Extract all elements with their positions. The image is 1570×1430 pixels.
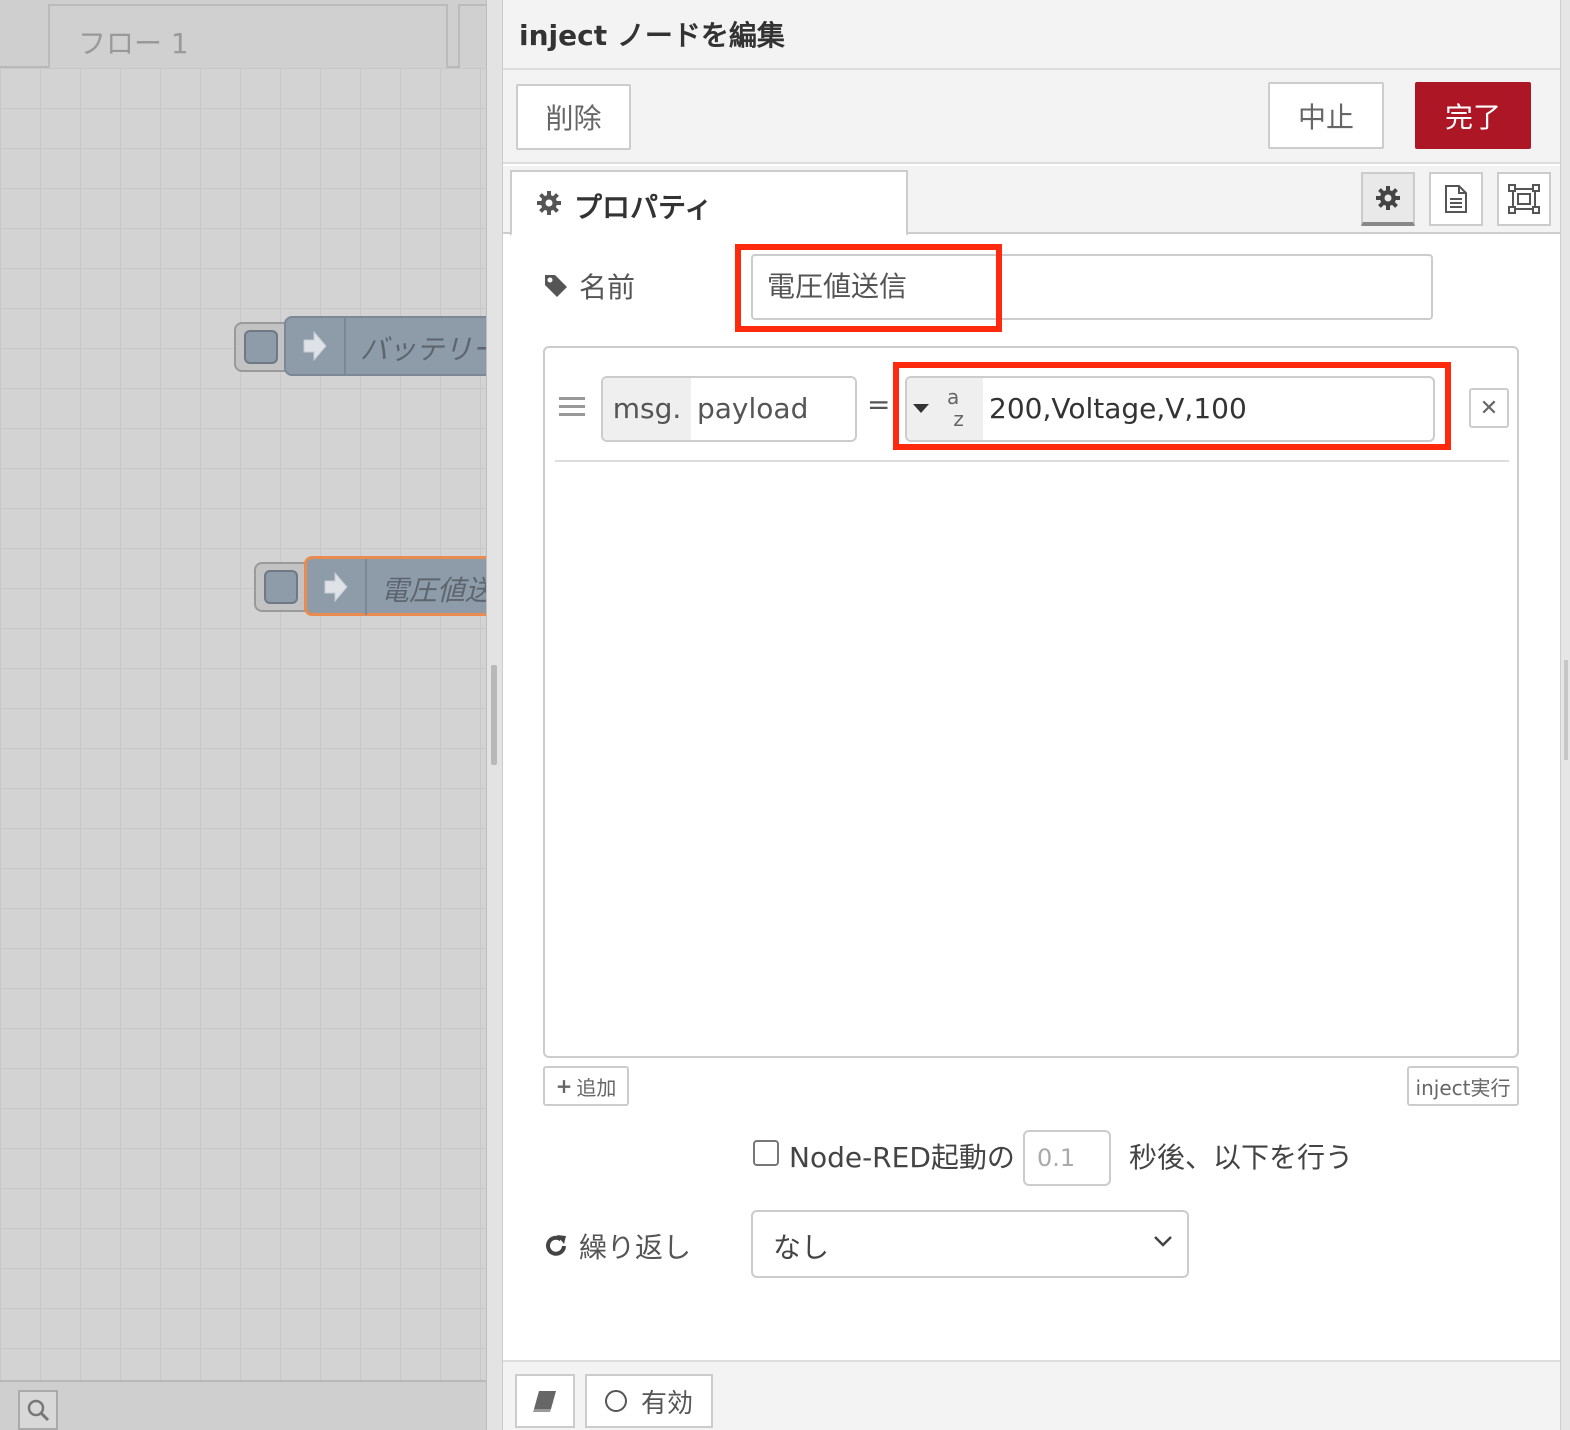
frame-icon[interactable] [1497, 172, 1551, 226]
tab-properties[interactable]: プロパティ [510, 170, 908, 236]
inject-once-label: Node-RED起動の [789, 1141, 1015, 1174]
gear-icon[interactable] [1361, 172, 1415, 226]
property-key-field[interactable]: msg. payload [601, 376, 857, 442]
done-button[interactable]: 完了 [1415, 82, 1531, 149]
equals-sign: = [867, 388, 891, 421]
drag-handle-icon[interactable] [559, 394, 585, 422]
inject-once-row: Node-RED起動の 0.1 秒後、以下を行う [753, 1130, 1513, 1188]
msg-prefix: msg. [603, 378, 691, 440]
tab-properties-label: プロパティ [574, 191, 713, 224]
splitter-grip[interactable] [491, 665, 497, 765]
tray-tabs: プロパティ [503, 166, 1561, 236]
enable-label: 有効 [640, 1388, 693, 1419]
property-value[interactable]: 200,Voltage,V,100 [989, 378, 1247, 440]
tag-icon [545, 275, 567, 297]
property-value-field[interactable]: a z 200,Voltage,V,100 [905, 376, 1435, 442]
edit-tray: inject ノードを編集 削除 中止 完了 プロパティ 名前 電圧値送信 ms… [502, 0, 1561, 1430]
flow-node-label: バッテリー [360, 333, 490, 366]
value-type-select[interactable]: a z [907, 378, 983, 440]
inject-once-delay-input[interactable]: 0.1 [1023, 1130, 1111, 1186]
flow-tab[interactable]: フロー 1 [48, 4, 448, 68]
string-type-icon: a z [947, 385, 964, 431]
sidebar-grip[interactable] [1564, 660, 1568, 760]
close-icon: ✕ [1479, 395, 1499, 421]
gear-icon [536, 190, 562, 220]
flow-tab-label: フロー 1 [78, 27, 189, 60]
properties-form: 名前 電圧値送信 msg. payload = a z 200,Voltage,… [503, 236, 1561, 1360]
document-icon[interactable] [1429, 172, 1483, 226]
plus-icon: + [555, 1074, 573, 1098]
panel-splitter[interactable] [486, 0, 502, 1430]
repeat-label: 繰り返し [543, 1226, 691, 1266]
name-input[interactable]: 電圧値送信 [751, 254, 1433, 320]
name-label: 名前 [543, 266, 635, 306]
inject-once-checkbox[interactable] [753, 1140, 779, 1166]
flow-tab-bar: フロー 1 [0, 0, 490, 68]
tray-footer: 有効 [503, 1360, 1561, 1430]
chevron-down-icon [1154, 1236, 1172, 1247]
repeat-label-text: 繰り返し [579, 1231, 692, 1264]
arrow-icon [307, 559, 367, 615]
name-label-text: 名前 [579, 271, 636, 304]
flow-canvas[interactable]: バッテリー 電圧値送信 [0, 68, 490, 1380]
tray-title: inject ノードを編集 [519, 19, 785, 52]
caret-down-icon [913, 404, 929, 413]
workspace-footer [0, 1380, 490, 1430]
repeat-icon [546, 1235, 566, 1256]
inject-once-suffix: 秒後、以下を行う [1129, 1141, 1354, 1174]
delete-button[interactable]: 削除 [516, 84, 631, 150]
flow-node-voltage[interactable]: 電圧値送信 [304, 556, 490, 616]
add-property-button[interactable]: + 追加 [543, 1066, 629, 1106]
circle-icon [604, 1390, 627, 1412]
tray-toolbar: 削除 中止 完了 [503, 70, 1561, 164]
tray-header: inject ノードを編集 [503, 0, 1561, 70]
search-icon[interactable] [18, 1390, 58, 1430]
property-list: msg. payload = a z 200,Voltage,V,100 ✕ [543, 346, 1519, 1058]
enable-toggle[interactable]: 有効 [585, 1374, 713, 1428]
workspace: フロー 1 バッテリー 電圧値送信 [0, 0, 490, 1430]
flow-node-label: 電圧値送信 [381, 574, 490, 607]
property-row: msg. payload = a z 200,Voltage,V,100 ✕ [555, 358, 1509, 462]
right-sidebar-edge [1560, 0, 1570, 1430]
property-key[interactable]: payload [697, 378, 808, 440]
remove-property-button[interactable]: ✕ [1469, 388, 1509, 428]
repeat-select-value: なし [773, 1231, 830, 1264]
flow-node-battery[interactable]: バッテリー [284, 316, 490, 376]
arrow-icon [286, 318, 346, 374]
inject-now-button[interactable]: inject実行 [1407, 1066, 1519, 1106]
book-icon[interactable] [515, 1374, 575, 1428]
cancel-button[interactable]: 中止 [1268, 82, 1384, 149]
add-label: 追加 [576, 1075, 617, 1100]
repeat-select[interactable]: なし [751, 1210, 1189, 1278]
